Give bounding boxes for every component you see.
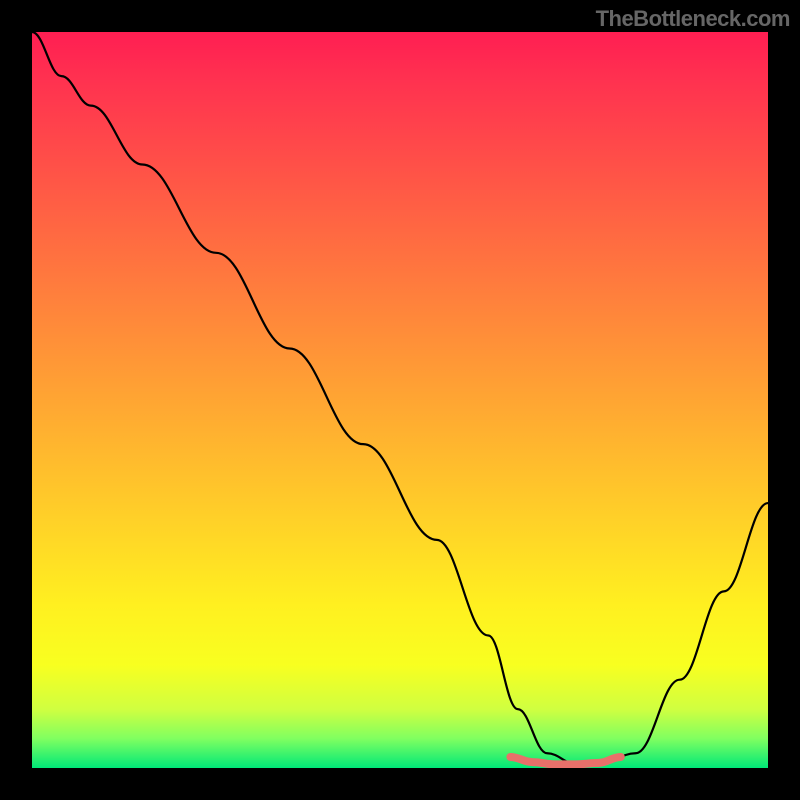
chart-plot-area [32,32,768,768]
bottleneck-curve [32,32,768,764]
optimal-range-highlight [510,757,620,764]
chart-svg [32,32,768,768]
watermark-text: TheBottleneck.com [596,6,790,32]
